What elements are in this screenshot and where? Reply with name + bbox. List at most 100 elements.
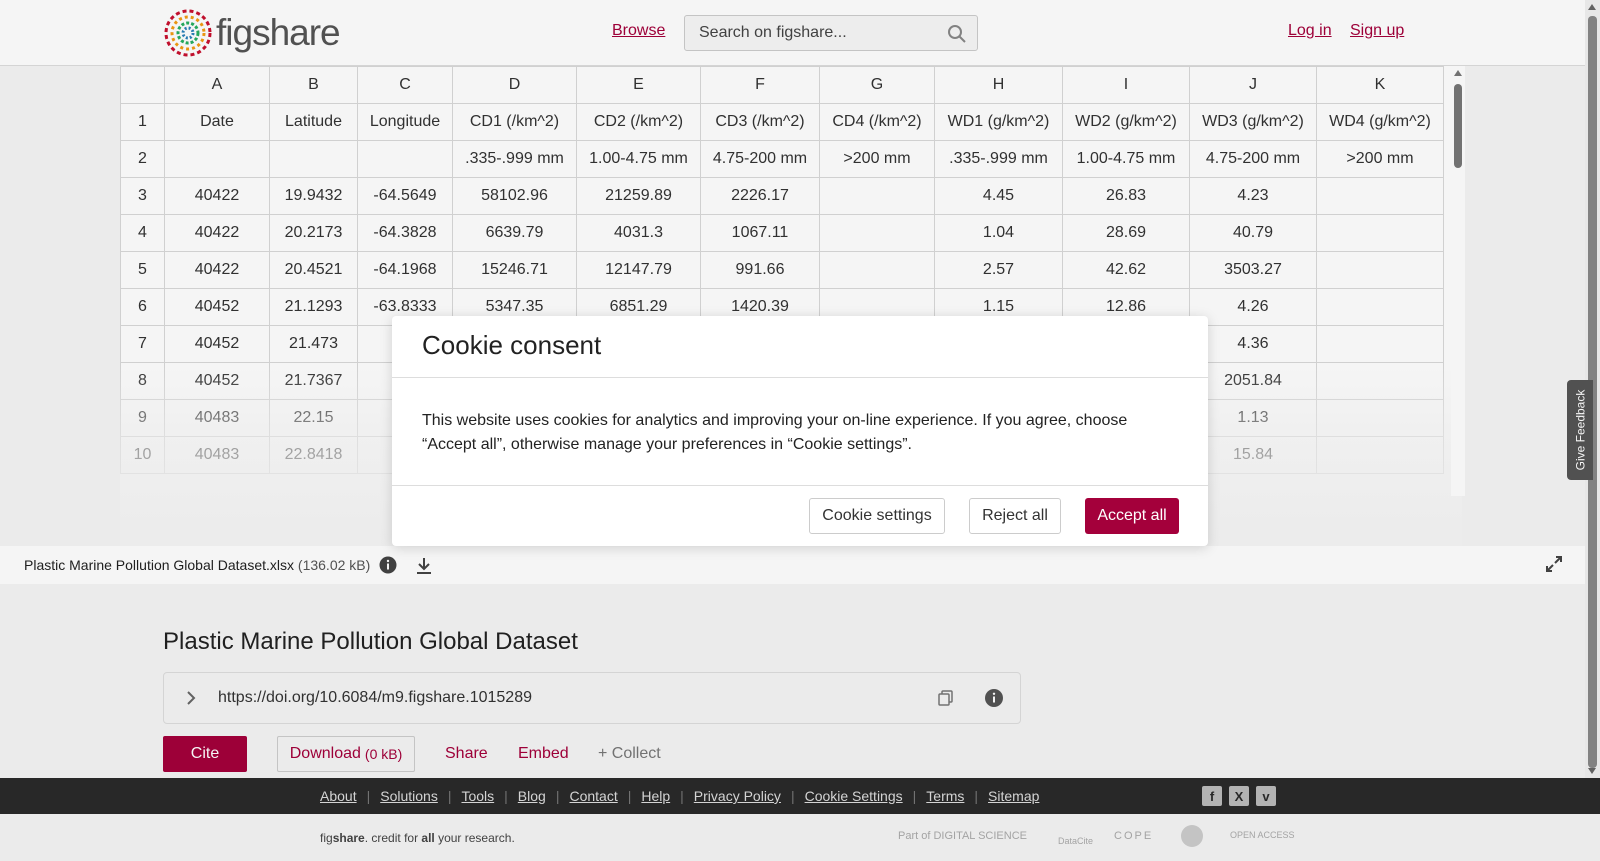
column-header: I	[1062, 66, 1190, 104]
digital-science-logo[interactable]: Part of DIGITAL SCIENCE	[898, 830, 1027, 842]
datacite-logo[interactable]: DataCite	[1058, 836, 1093, 846]
table-cell: .335-.999 mm	[452, 140, 577, 178]
column-header: B	[269, 66, 358, 104]
doi-info-icon[interactable]	[984, 688, 1004, 708]
table-row: 3 40422 19.9432 -64.5649 58102.96 21259.89 222…	[120, 177, 1444, 215]
accept-all-button[interactable]: Accept all	[1085, 498, 1179, 534]
footer-separator: |	[504, 788, 508, 804]
cookie-settings-button[interactable]: Cookie settings	[809, 498, 945, 534]
table-cell: 12147.79	[576, 251, 701, 289]
table-cell	[1316, 325, 1444, 363]
footer-separator: |	[555, 788, 560, 804]
chevron-right-icon[interactable]	[182, 689, 200, 707]
corner-cell	[120, 66, 165, 104]
login-link[interactable]: Log in	[1288, 22, 1332, 40]
collect-link[interactable]: + Collect	[598, 745, 661, 763]
footer-link[interactable]: Contact	[569, 788, 617, 804]
row-number: 7	[120, 325, 165, 363]
footer-link[interactable]: Sitemap	[988, 788, 1039, 804]
column-header: E	[576, 66, 701, 104]
table-cell: 20.4521	[269, 251, 358, 289]
table-cell: 19.9432	[269, 177, 358, 215]
cope-logo[interactable]: COPE	[1114, 830, 1153, 842]
table-cell: WD4 (g/km^2)	[1316, 103, 1444, 141]
footer-link[interactable]: Privacy Policy	[694, 788, 781, 804]
footer-tagline: figshare. credit for all your research.	[320, 831, 515, 845]
table-cell	[1316, 288, 1444, 326]
download-icon[interactable]	[414, 555, 434, 575]
tagline-part: . credit for	[364, 831, 422, 845]
column-header: D	[452, 66, 577, 104]
x-icon[interactable]: X	[1229, 786, 1249, 806]
search-input[interactable]	[685, 24, 935, 42]
vimeo-icon[interactable]: v	[1256, 786, 1276, 806]
table-cell: 42.62	[1062, 251, 1190, 289]
footer-link[interactable]: Terms	[926, 788, 964, 804]
table-cell: 40483	[164, 436, 270, 474]
facebook-icon[interactable]: f	[1202, 786, 1222, 806]
cookie-dialog-title: Cookie consent	[422, 330, 602, 360]
file-name-line: Plastic Marine Pollution Global Dataset.…	[24, 557, 370, 573]
table-cell: 15.84	[1189, 436, 1317, 474]
browse-link[interactable]: Browse	[612, 22, 665, 40]
scrollbar-thumb[interactable]	[1454, 84, 1462, 168]
table-cell: 1.00-4.75 mm	[576, 140, 701, 178]
table-cell: CD2 (/km^2)	[576, 103, 701, 141]
page-scroll-up-icon[interactable]	[1588, 4, 1596, 10]
footer-nav: About | Solutions | Tools | Blog | Contact | Help |…	[0, 778, 1600, 814]
tagline-bold: share	[332, 831, 365, 845]
scroll-up-arrow-icon[interactable]	[1454, 70, 1462, 76]
figshare-logo[interactable]: figshare	[162, 7, 341, 59]
footer-link[interactable]: Cookie Settings	[805, 788, 903, 804]
table-cell: 40422	[164, 214, 270, 252]
table-cell	[357, 140, 453, 178]
doi-link[interactable]: https://doi.org/10.6084/m9.figshare.1015…	[218, 689, 532, 707]
share-link[interactable]: Share	[445, 745, 488, 763]
row-number: 10	[120, 436, 165, 474]
table-cell: 4.23	[1189, 177, 1317, 215]
divider	[392, 377, 1208, 378]
table-row: 4 40422 20.2173 -64.3828 6639.79 4031.3 1067.1…	[120, 214, 1444, 252]
row-number: 8	[120, 362, 165, 400]
embed-link[interactable]: Embed	[518, 745, 569, 763]
footer-link[interactable]: About	[320, 788, 357, 804]
footer-link[interactable]: Tools	[461, 788, 494, 804]
table-cell: 1.13	[1189, 399, 1317, 437]
search-icon[interactable]	[947, 24, 967, 44]
page-scroll-down-icon[interactable]	[1588, 768, 1596, 774]
table-cell	[1316, 214, 1444, 252]
table-cell: >200 mm	[1316, 140, 1444, 178]
table-cell: 58102.96	[452, 177, 577, 215]
table-cell	[1316, 362, 1444, 400]
table-cell	[1316, 436, 1444, 474]
download-button[interactable]: Download (0 kB)	[277, 736, 415, 772]
item-title: Plastic Marine Pollution Global Dataset	[163, 628, 578, 655]
open-access-logo[interactable]: OPEN ACCESS	[1230, 830, 1295, 840]
table-cell: 4.75-200 mm	[1189, 140, 1317, 178]
table-cell: WD1 (g/km^2)	[934, 103, 1063, 141]
give-feedback-tab[interactable]: Give Feedback	[1567, 380, 1593, 480]
reject-all-button[interactable]: Reject all	[969, 498, 1061, 534]
table-cell: 40452	[164, 288, 270, 326]
copy-icon[interactable]	[937, 689, 955, 707]
table-cell	[819, 214, 935, 252]
tagline-bold: all	[421, 831, 435, 845]
table-cell: 40.79	[1189, 214, 1317, 252]
table-cell: 40452	[164, 325, 270, 363]
search-box	[684, 15, 978, 51]
table-cell: 21.1293	[269, 288, 358, 326]
footer-link[interactable]: Help	[641, 788, 670, 804]
column-header: G	[819, 66, 935, 104]
seal-icon[interactable]	[1180, 824, 1204, 848]
file-bar: Plastic Marine Pollution Global Dataset.…	[0, 546, 1585, 584]
footer-link[interactable]: Blog	[518, 788, 546, 804]
signup-link[interactable]: Sign up	[1350, 22, 1404, 40]
fullscreen-icon[interactable]	[1545, 555, 1563, 573]
footer-link[interactable]: Solutions	[380, 788, 438, 804]
preview-scrollbar[interactable]	[1451, 66, 1465, 496]
cite-button[interactable]: Cite	[163, 736, 247, 772]
file-info-icon[interactable]	[379, 556, 397, 574]
cookie-dialog-body: This website uses cookies for analytics …	[422, 412, 1128, 453]
table-cell	[1316, 251, 1444, 289]
column-header: H	[934, 66, 1063, 104]
